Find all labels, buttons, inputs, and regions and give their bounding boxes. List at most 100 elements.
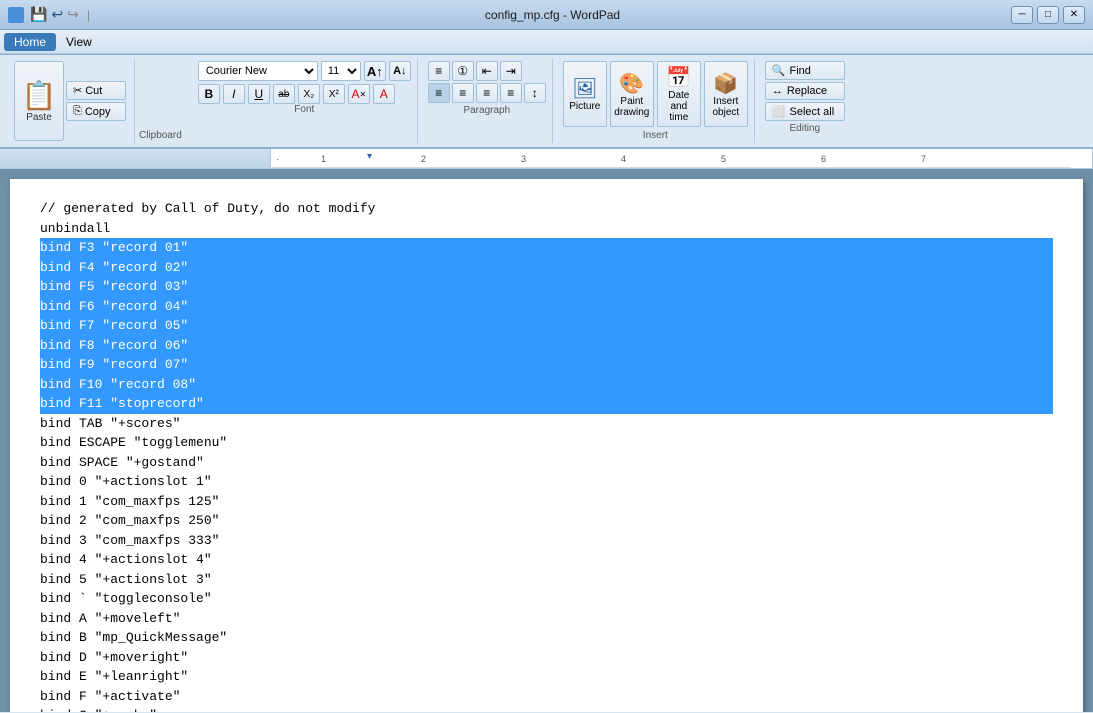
clipboard-label: Clipboard (139, 130, 182, 141)
replace-icon: ↔ (772, 85, 783, 97)
doc-line-18[interactable]: bind 4 "+actionslot 4" (40, 550, 1053, 570)
svg-text:2: 2 (421, 154, 426, 164)
increase-indent-button[interactable]: ⇥ (500, 61, 522, 81)
undo-icon[interactable]: ↩ (51, 6, 63, 23)
text-color-button[interactable]: A (373, 84, 395, 104)
svg-text:1: 1 (321, 154, 326, 164)
copy-button[interactable]: ⎘ Copy (66, 102, 126, 121)
superscript-button[interactable]: X² (323, 84, 345, 104)
font-grow-button[interactable]: A↑ (364, 61, 386, 81)
font-shrink-button[interactable]: A↓ (389, 61, 411, 81)
replace-button[interactable]: ↔ Replace (765, 82, 845, 100)
maximize-button[interactable]: □ (1037, 6, 1059, 24)
line-spacing-button[interactable]: ↕ (524, 83, 546, 103)
subscript-button[interactable]: X₂ (298, 84, 320, 104)
doc-line-10[interactable]: bind F11 "stoprecord" (40, 394, 1053, 414)
document-container[interactable]: // generated by Call of Duty, do not mod… (0, 169, 1093, 712)
doc-line-5[interactable]: bind F6 "record 04" (40, 297, 1053, 317)
paint-label: Paintdrawing (614, 96, 649, 118)
underline-button[interactable]: U (248, 84, 270, 104)
picture-button[interactable]: 🖼 Picture (563, 61, 607, 127)
doc-line-0[interactable]: // generated by Call of Duty, do not mod… (40, 199, 1053, 219)
doc-line-17[interactable]: bind 3 "com_maxfps 333" (40, 531, 1053, 551)
picture-icon: 🖼 (572, 76, 597, 101)
menu-bar: Home View (0, 30, 1093, 54)
align-left-button[interactable]: ≡ (428, 83, 450, 103)
minimize-button[interactable]: ─ (1011, 6, 1033, 24)
insert-object-icon: 📦 (713, 71, 738, 96)
paragraph-group: ≡ ① ⇤ ⇥ ≡ ≡ ≡ ≡ ↕ Paragraph (422, 59, 553, 143)
close-button[interactable]: ✕ (1063, 6, 1085, 24)
doc-line-13[interactable]: bind SPACE "+gostand" (40, 453, 1053, 473)
separator: | (87, 8, 90, 22)
font-label: Font (198, 104, 411, 115)
datetime-icon: 📅 (666, 65, 691, 90)
window-controls: ─ □ ✕ (1011, 6, 1085, 24)
font-family-select[interactable]: Courier New (198, 61, 318, 81)
doc-line-9[interactable]: bind F10 "record 08" (40, 375, 1053, 395)
italic-button[interactable]: I (223, 84, 245, 104)
doc-line-21[interactable]: bind A "+moveleft" (40, 609, 1053, 629)
doc-line-11[interactable]: bind TAB "+scores" (40, 414, 1053, 434)
editing-group: 🔍 Find ↔ Replace ⬜ Select all Editing (759, 59, 851, 143)
numbering-button[interactable]: ① (452, 61, 474, 81)
paint-button[interactable]: 🎨 Paintdrawing (610, 61, 654, 127)
doc-line-3[interactable]: bind F4 "record 02" (40, 258, 1053, 278)
copy-icon: ⎘ (73, 105, 82, 118)
doc-line-2[interactable]: bind F3 "record 01" (40, 238, 1053, 258)
find-button[interactable]: 🔍 Find (765, 61, 845, 80)
menu-view[interactable]: View (56, 33, 102, 51)
save-icon[interactable]: 💾 (30, 6, 47, 23)
doc-line-4[interactable]: bind F5 "record 03" (40, 277, 1053, 297)
clear-format-button[interactable]: A✕ (348, 84, 370, 104)
align-center-button[interactable]: ≡ (452, 83, 474, 103)
editing-label: Editing (765, 123, 845, 134)
doc-line-25[interactable]: bind F "+activate" (40, 687, 1053, 707)
tab-stop-marker: ▾ (367, 151, 372, 162)
svg-text:3: 3 (521, 154, 526, 164)
datetime-label: Date andtime (660, 90, 698, 123)
svg-text:4: 4 (621, 154, 626, 164)
menu-home[interactable]: Home (4, 33, 56, 51)
decrease-indent-button[interactable]: ⇤ (476, 61, 498, 81)
window-title: config_mp.cfg - WordPad (94, 8, 1011, 22)
document-page[interactable]: // generated by Call of Duty, do not mod… (10, 179, 1083, 712)
doc-line-22[interactable]: bind B "mp_QuickMessage" (40, 628, 1053, 648)
ribbon-content: 📋 Paste ✂ Cut ⎘ Copy Clipboard Couri (0, 54, 1093, 147)
doc-line-26[interactable]: bind G "+smoke" (40, 706, 1053, 712)
datetime-button[interactable]: 📅 Date andtime (657, 61, 701, 127)
paste-button[interactable]: 📋 Paste (14, 61, 64, 141)
svg-text:7: 7 (921, 154, 926, 164)
doc-line-16[interactable]: bind 2 "com_maxfps 250" (40, 511, 1053, 531)
bullets-button[interactable]: ≡ (428, 61, 450, 81)
paragraph-label: Paragraph (428, 105, 546, 116)
doc-line-24[interactable]: bind E "+leanright" (40, 667, 1053, 687)
cut-label: Cut (85, 85, 102, 97)
doc-line-6[interactable]: bind F7 "record 05" (40, 316, 1053, 336)
title-bar: 💾 ↩ ↪ | config_mp.cfg - WordPad ─ □ ✕ (0, 0, 1093, 30)
doc-line-23[interactable]: bind D "+moveright" (40, 648, 1053, 668)
picture-label: Picture (569, 101, 600, 112)
doc-line-19[interactable]: bind 5 "+actionslot 3" (40, 570, 1053, 590)
doc-line-15[interactable]: bind 1 "com_maxfps 125" (40, 492, 1053, 512)
cut-button[interactable]: ✂ Cut (66, 81, 126, 100)
ruler-content: · 1 2 3 4 5 6 7 ▾ (270, 149, 1093, 168)
font-size-select[interactable]: 11 (321, 61, 361, 81)
select-all-button[interactable]: ⬜ Select all (765, 102, 845, 121)
paste-label: Paste (26, 112, 52, 123)
align-right-button[interactable]: ≡ (476, 83, 498, 103)
doc-line-12[interactable]: bind ESCAPE "togglemenu" (40, 433, 1053, 453)
doc-line-1[interactable]: unbindall (40, 219, 1053, 239)
strikethrough-button[interactable]: ab (273, 84, 295, 104)
find-icon: 🔍 (772, 64, 786, 77)
doc-line-8[interactable]: bind F9 "record 07" (40, 355, 1053, 375)
doc-line-7[interactable]: bind F8 "record 06" (40, 336, 1053, 356)
justify-button[interactable]: ≡ (500, 83, 522, 103)
doc-line-14[interactable]: bind 0 "+actionslot 1" (40, 472, 1053, 492)
bold-button[interactable]: B (198, 84, 220, 104)
svg-text:·: · (276, 154, 279, 164)
insert-object-button[interactable]: 📦 Insertobject (704, 61, 748, 127)
svg-text:6: 6 (821, 154, 826, 164)
select-all-label: Select all (790, 106, 835, 118)
doc-line-20[interactable]: bind ` "toggleconsole" (40, 589, 1053, 609)
